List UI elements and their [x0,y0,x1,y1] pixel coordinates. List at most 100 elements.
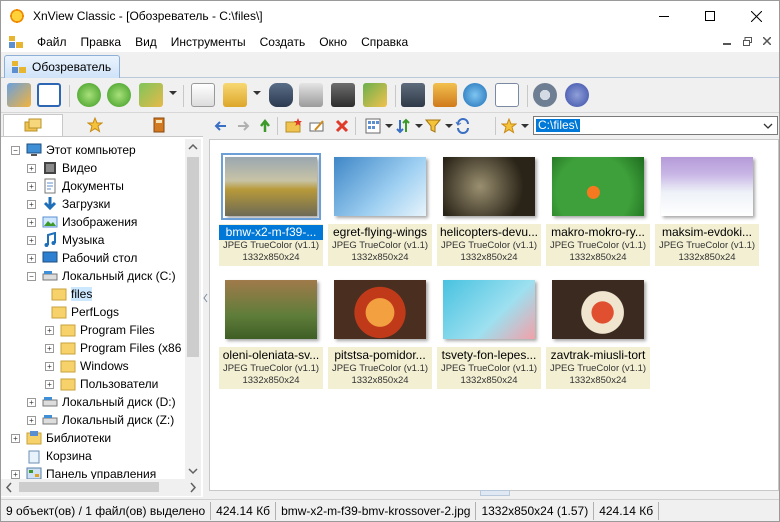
refresh-icon[interactable] [77,83,101,107]
expand-icon[interactable]: + [11,469,20,479]
scroll-down-icon[interactable] [185,463,201,479]
mdi-close-button[interactable] [759,33,775,49]
expand-icon[interactable]: + [45,343,54,353]
menu-help[interactable]: Справка [354,35,415,49]
thumbnail-item[interactable]: bmw-x2-m-f39-... JPEG TrueColor (v1.1) 133… [219,148,323,266]
tree-node[interactable]: + Библиотеки [11,429,111,447]
filter-dropdown-icon[interactable] [445,124,453,128]
thumbnail-item[interactable]: oleni-oleniata-sv... JPEG TrueColor (v1.1… [219,271,323,389]
tree-scroll-thumb[interactable] [187,157,199,357]
view-mode-dropdown-icon[interactable] [385,124,393,128]
tree-vertical-scrollbar[interactable] [185,139,201,479]
tree-node[interactable]: + Музыка [27,231,104,249]
print-icon[interactable] [299,83,323,107]
tree-node[interactable]: + Панель управления [11,465,156,479]
thumbnail-image[interactable] [552,156,644,216]
path-combobox[interactable]: C:\files\ [533,116,778,135]
menu-file[interactable]: Файл [30,35,74,49]
settings-gear-icon[interactable] [533,83,557,107]
expand-icon[interactable]: + [27,181,36,191]
tree-node[interactable]: + Локальный диск (D:) [27,393,176,411]
convert-dropdown-icon[interactable] [169,91,177,95]
scroll-up-icon[interactable] [185,139,201,155]
convert-icon[interactable] [139,83,163,107]
tree-node[interactable]: − Этот компьютер [11,141,136,159]
path-input-value[interactable]: C:\files\ [536,119,581,132]
web-icon[interactable] [463,83,487,107]
tree-hscroll-thumb[interactable] [19,482,159,492]
tree-node[interactable]: Корзина [11,447,92,465]
open-dropdown-icon[interactable] [253,91,261,95]
thumbnail-image[interactable] [661,156,753,216]
chevron-down-icon[interactable] [762,120,774,132]
menu-create[interactable]: Создать [253,35,313,49]
tree-node[interactable]: + Рабочий стол [27,249,137,267]
mdi-restore-button[interactable] [739,33,755,49]
thumbnail-item[interactable]: maksim-evdoki... JPEG TrueColor (v1.1) 133… [655,148,759,266]
about-info-icon[interactable] [565,83,589,107]
bottom-panel-grip[interactable] [480,490,510,496]
expand-icon[interactable]: + [27,217,36,227]
expand-icon[interactable]: + [11,433,20,443]
rename-icon[interactable] [309,118,325,134]
up-folder-icon[interactable] [257,118,273,134]
tree-node[interactable]: + Локальный диск (Z:) [27,411,174,429]
sort-icon[interactable] [395,118,411,134]
expand-icon[interactable]: + [27,199,36,209]
thumbnail-image[interactable] [552,279,644,339]
close-button[interactable] [733,1,779,31]
expand-icon[interactable]: + [27,235,36,245]
tab-browser[interactable]: Обозреватель [4,55,120,78]
menu-edit[interactable]: Правка [74,35,129,49]
tree-node[interactable]: files [51,285,93,303]
sort-dropdown-icon[interactable] [415,124,423,128]
capture-icon[interactable] [401,83,425,107]
thumbnail-image[interactable] [334,156,426,216]
thumbnail-image[interactable] [221,152,321,220]
tab-folders[interactable] [3,114,63,136]
collapse-icon[interactable]: − [11,145,20,155]
expand-icon[interactable]: + [27,397,36,407]
scan-icon[interactable] [331,83,355,107]
thumbnail-image[interactable] [334,279,426,339]
thumbnail-item[interactable]: zavtrak-miusli-tort JPEG TrueColor (v1.1)… [546,271,650,389]
expand-icon[interactable]: + [45,325,54,335]
thumbnail-image[interactable] [225,279,317,339]
thumbnail-image[interactable] [443,156,535,216]
expand-icon[interactable]: + [45,379,54,389]
expand-icon[interactable]: + [27,253,36,263]
expand-icon[interactable]: + [27,415,36,425]
tree-node[interactable]: + Program Files (x86 [45,339,181,357]
tab-categories[interactable] [129,114,189,136]
fullscreen-icon[interactable] [37,83,61,107]
binoculars-icon[interactable] [269,83,293,107]
maximize-button[interactable] [687,1,733,31]
tree-node[interactable]: + Документы [27,177,124,195]
thumbnail-item[interactable]: egret-flying-wings JPEG TrueColor (v1.1) 1… [328,148,432,266]
properties-icon[interactable] [191,83,215,107]
tree-node[interactable]: + Загрузки [27,195,110,213]
favorites-add-icon[interactable] [501,118,517,134]
thumbnail-image[interactable] [443,279,535,339]
scroll-left-icon[interactable] [1,479,17,496]
expand-icon[interactable]: + [27,163,36,173]
sync-icon[interactable] [455,118,471,134]
tree-node[interactable]: − Локальный диск (C:) [27,267,176,285]
menu-view[interactable]: Вид [128,35,164,49]
view-mode-icon[interactable] [365,118,381,134]
expand-icon[interactable]: + [45,361,54,371]
favorites-dropdown-icon[interactable] [521,124,529,128]
forward-arrow-icon[interactable] [235,118,251,134]
tree-node[interactable]: + Windows [45,357,129,375]
tree-node[interactable]: + Изображения [27,213,137,231]
thumbnail-item[interactable]: makro-mokro-ry... JPEG TrueColor (v1.1) 13… [546,148,650,266]
contact-sheet-icon[interactable] [495,83,519,107]
browser-view-icon[interactable] [7,83,31,107]
tree-horizontal-scrollbar[interactable] [1,479,201,496]
back-arrow-icon[interactable] [213,118,229,134]
tree-node[interactable]: + Пользователи [45,375,158,393]
menu-window[interactable]: Окно [312,35,354,49]
mdi-minimize-button[interactable] [719,33,735,49]
scroll-right-icon[interactable] [185,479,201,496]
thumbnail-item[interactable]: helicopters-devu... JPEG TrueColor (v1.1)… [437,148,541,266]
